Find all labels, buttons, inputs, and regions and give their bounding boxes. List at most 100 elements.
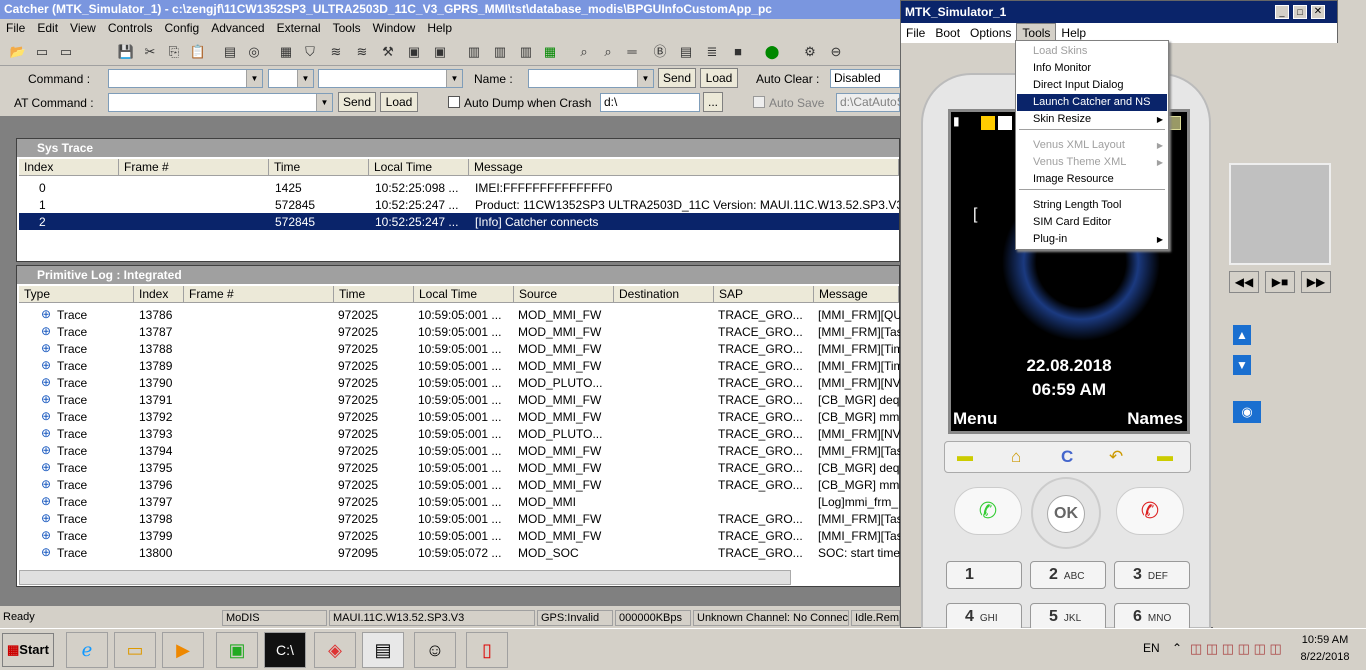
save-icon[interactable]: ▭	[32, 42, 52, 62]
language-indicator[interactable]: EN	[1143, 641, 1160, 655]
tools-menu-item[interactable]: String Length Tool	[1017, 197, 1167, 214]
clear-key-icon[interactable]: C	[1061, 447, 1073, 467]
tools-menu-item[interactable]: SIM Card Editor	[1017, 214, 1167, 231]
tray-icons[interactable]: ◫ ◫ ◫ ◫ ◫ ◫	[1190, 641, 1282, 657]
menu-controls[interactable]: Controls	[102, 19, 159, 37]
maximize-icon[interactable]: □	[1293, 5, 1307, 19]
simulator-task-icon[interactable]: ▯	[466, 632, 508, 668]
cmd-icon[interactable]: C:\	[264, 632, 306, 668]
clock-date[interactable]: 8/22/2018	[1290, 651, 1360, 663]
tools-menu-item[interactable]: Venus XML Layout ▶	[1017, 137, 1167, 154]
table-row[interactable]: ⊕ Trace 13792 972025 10:59:05:001 ... MOD_MMI…	[19, 408, 899, 425]
col-type[interactable]: Type	[19, 286, 134, 303]
close-icon[interactable]: ✕	[1311, 5, 1325, 19]
table-row[interactable]: ⊕ Trace 13798 972025 10:59:05:001 ... MOD_MMI…	[19, 510, 901, 527]
chevron-down-icon[interactable]: ▼	[297, 70, 313, 87]
tools-menu-item[interactable]: Direct Input Dialog	[1017, 77, 1167, 94]
window2-icon[interactable]: ▣	[430, 42, 450, 62]
paste-icon[interactable]: 📋	[188, 42, 208, 62]
save-as-icon[interactable]: ▭	[56, 42, 76, 62]
menu-view[interactable]: View	[64, 19, 102, 37]
window-icon[interactable]: ▣	[404, 42, 424, 62]
auto-dump-checkbox[interactable]	[448, 96, 460, 108]
command-combo[interactable]: ▼	[108, 69, 263, 88]
arrow-down-icon[interactable]: ▼	[1233, 355, 1251, 375]
col-frame[interactable]: Frame #	[119, 159, 269, 176]
target-icon[interactable]: ◎	[244, 42, 264, 62]
col-index[interactable]: Index	[19, 159, 119, 176]
table-row[interactable]: ⊕ Trace 13791 972025 10:59:05:001 ... MOD_MMI…	[19, 391, 899, 408]
command-combo-2[interactable]: ▼	[268, 69, 314, 88]
tile-icon[interactable]: ▥	[464, 42, 484, 62]
table-row[interactable]: ⊕ Trace 13788 972025 10:59:05:001 ... MOD_MMI…	[19, 340, 901, 357]
table-row[interactable]: 0 1425 10:52:25:098 ... IMEI:FFFFFFFFFFFFFF…	[19, 179, 899, 196]
right-softkey-label[interactable]: Names	[1127, 409, 1183, 429]
table-row[interactable]: 2 572845 10:52:25:247 ... [Info] Catcher co…	[19, 213, 899, 230]
clear-icon[interactable]: ▤	[220, 42, 240, 62]
rewind-icon[interactable]: ◀◀	[1229, 271, 1259, 293]
table-row[interactable]: ⊕ Trace 13790 972025 10:59:05:001 ... MOD_PLU…	[19, 374, 901, 391]
minimize-icon[interactable]: _	[1275, 5, 1289, 19]
fast-forward-icon[interactable]: ▶▶	[1301, 271, 1331, 293]
sim-menu-options[interactable]: Options	[965, 24, 1016, 42]
shield-icon[interactable]: ⛉	[300, 42, 320, 62]
clock-time[interactable]: 10:59 AM	[1290, 634, 1360, 646]
tools-menu-item[interactable]: Launch Catcher and NS	[1017, 94, 1167, 111]
col-time[interactable]: Time	[269, 159, 369, 176]
camera-icon[interactable]: ◉	[1233, 401, 1261, 423]
settings-icon[interactable]: ⚙	[800, 42, 820, 62]
chevron-down-icon[interactable]: ▼	[637, 70, 653, 87]
ok-key[interactable]: OK	[1047, 495, 1085, 533]
left-softkey-label[interactable]: Menu	[953, 409, 997, 429]
open-icon[interactable]: 📂	[8, 42, 28, 62]
auto-save-path[interactable]: d:\CatAutoS	[836, 93, 905, 112]
grid-icon[interactable]: ▦	[540, 42, 560, 62]
end-call-key[interactable]: ✆	[1116, 487, 1184, 535]
number-key[interactable]: 4 GHI	[946, 603, 1022, 631]
menu-help[interactable]: Help	[421, 19, 458, 37]
filter-icon[interactable]: ▦	[276, 42, 296, 62]
start-button[interactable]: ▦Start	[2, 633, 54, 667]
col-source[interactable]: Source	[514, 286, 614, 303]
col-message[interactable]: Message	[469, 159, 899, 176]
arrow-up-icon[interactable]: ▲	[1233, 325, 1251, 345]
app-icon[interactable]: ◈	[314, 632, 356, 668]
col-time[interactable]: Time	[334, 286, 414, 303]
call-key[interactable]: ✆	[954, 487, 1022, 535]
list-icon[interactable]: ≣	[702, 42, 722, 62]
wave2-icon[interactable]: ≋	[352, 42, 372, 62]
auto-dump-path[interactable]: d:\	[600, 93, 700, 112]
tile3-icon[interactable]: ▥	[516, 42, 536, 62]
ruler-icon[interactable]: ═	[622, 42, 642, 62]
load-button[interactable]: Load	[700, 68, 738, 88]
copy-icon[interactable]: ⎘	[164, 42, 184, 62]
sim-menu-file[interactable]: File	[901, 24, 930, 42]
table-icon[interactable]: ▤	[676, 42, 696, 62]
table-row[interactable]: ⊕ Trace 13799 972025 10:59:05:001 ... MOD_MMI…	[19, 527, 901, 544]
name-combo[interactable]: ▼	[528, 69, 654, 88]
table-row[interactable]: ⊕ Trace 13789 972025 10:59:05:001 ... MOD_MMI…	[19, 357, 901, 374]
table-row[interactable]: ⊕ Trace 13800 972095 10:59:05:072 ... MOD_SOC…	[19, 544, 900, 561]
col-frame[interactable]: Frame #	[184, 286, 334, 303]
at-command-combo[interactable]: ▼	[108, 93, 333, 112]
catcher-task-icon[interactable]: ▤	[362, 632, 404, 668]
tray-expand-icon[interactable]: ⌃	[1172, 641, 1182, 655]
back-icon[interactable]: ↶	[1109, 447, 1123, 467]
tools-menu-item[interactable]: Info Monitor	[1017, 60, 1167, 77]
menu-tools[interactable]: Tools	[327, 19, 367, 37]
ie-icon[interactable]: ℯ	[66, 632, 108, 668]
cut-icon[interactable]: ✂	[140, 42, 160, 62]
menu-file[interactable]: File	[0, 19, 31, 37]
table-row[interactable]: ⊕ Trace 13793 972025 10:59:05:001 ... MOD_PLU…	[19, 425, 901, 442]
table-row[interactable]: ⊕ Trace 13797 972025 10:59:05:001 ... MOD_MMI…	[19, 493, 899, 510]
number-key[interactable]: 1	[946, 561, 1022, 589]
network-icon[interactable]: ▣	[216, 632, 258, 668]
chevron-down-icon[interactable]: ▼	[446, 70, 462, 87]
tools-menu-item[interactable]: Image Resource	[1017, 171, 1167, 188]
chevron-down-icon[interactable]: ▼	[246, 70, 262, 87]
menu-external[interactable]: External	[271, 19, 327, 37]
tools-menu-item[interactable]: Venus Theme XML ▶	[1017, 154, 1167, 171]
media-icon[interactable]: ▶	[162, 632, 204, 668]
tools-menu-item[interactable]: Skin Resize ▶	[1017, 111, 1167, 128]
send-button[interactable]: Send	[658, 68, 696, 88]
